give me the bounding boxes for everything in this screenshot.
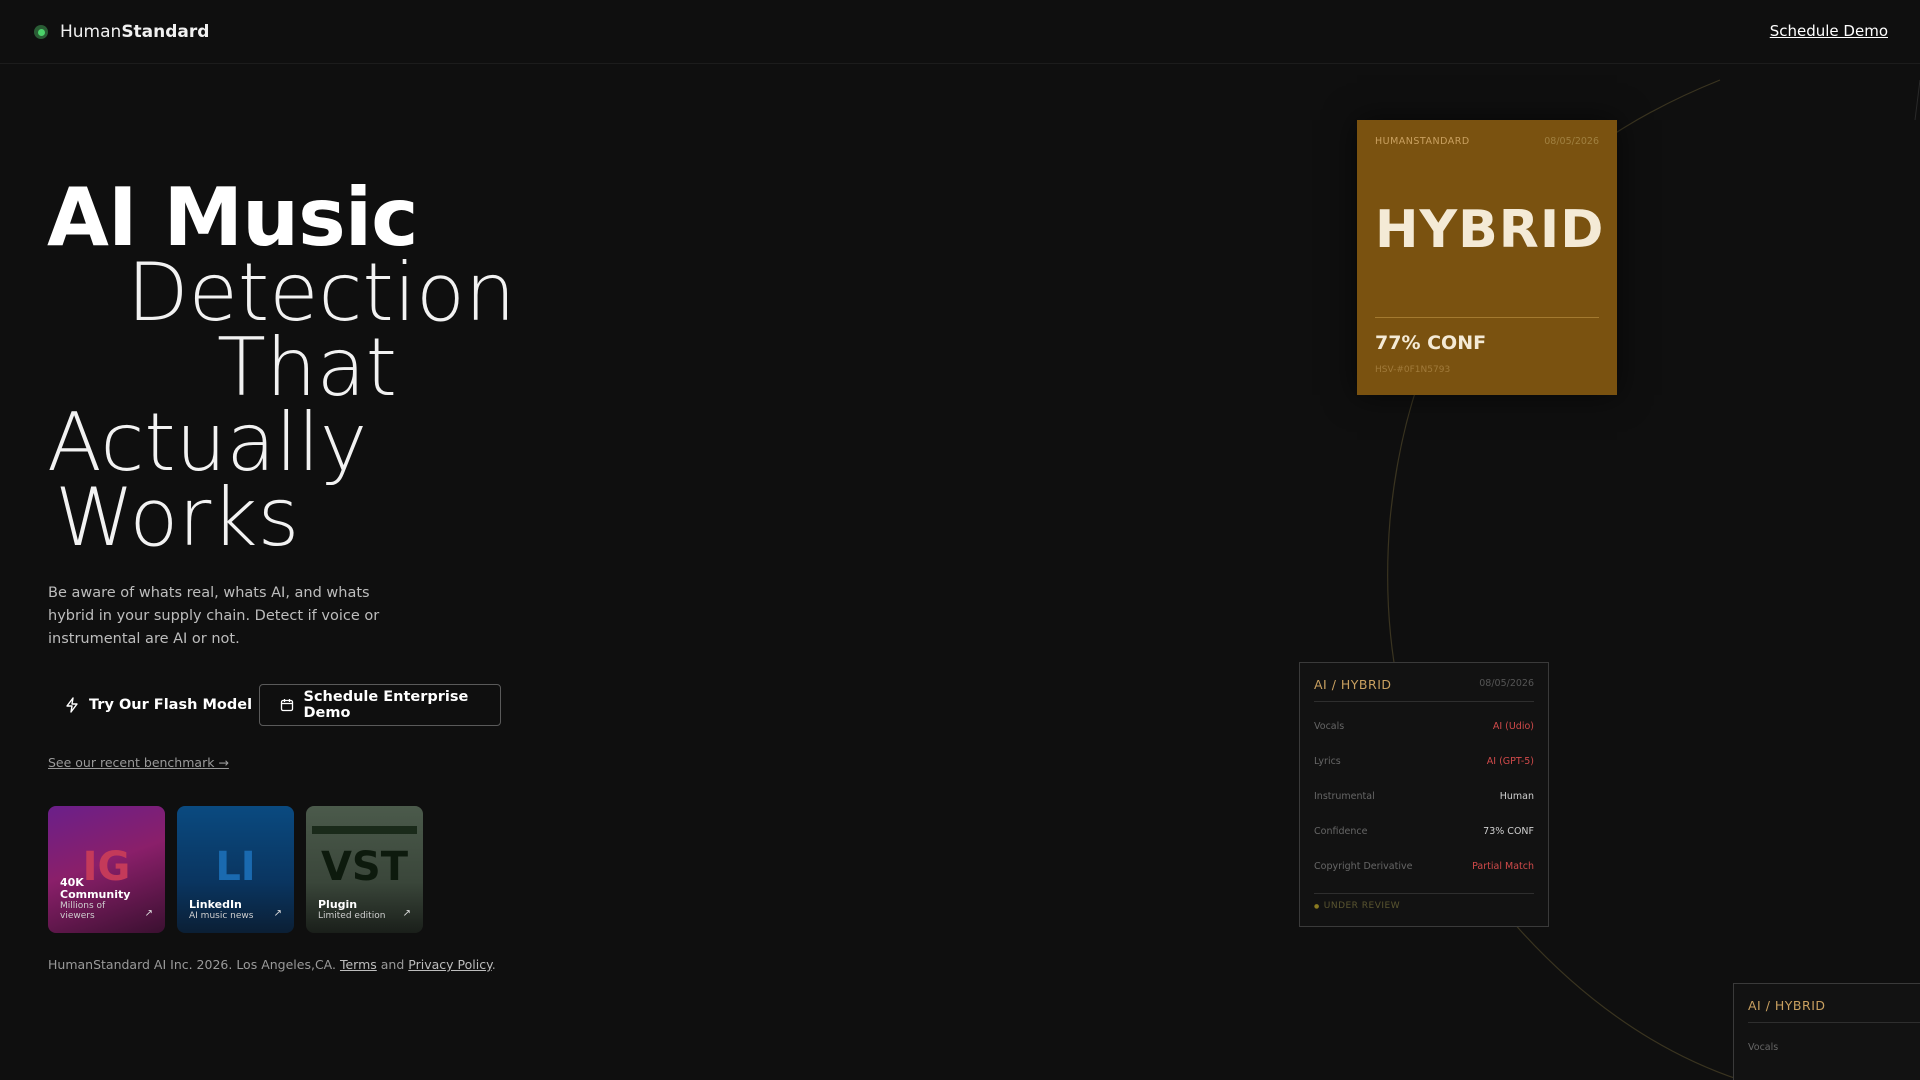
hero-title-line-5: Works	[55, 471, 300, 564]
partial-result-card: AI / HYBRID Vocals	[1733, 983, 1920, 1080]
detail-card-divider	[1314, 701, 1534, 702]
hybrid-card-date: 08/05/2026	[1544, 136, 1599, 147]
detail-card-date: 08/05/2026	[1479, 678, 1534, 689]
external-link-icon: ↗	[273, 908, 282, 919]
benchmark-link[interactable]: See our recent benchmark →	[48, 755, 229, 770]
top-header: HumanStandard Schedule Demo	[0, 0, 1920, 64]
detail-row-vocals: Vocals AI (Udio)	[1314, 721, 1534, 735]
footer-period: .	[491, 957, 496, 972]
detail-row-value: 73% CONF	[1483, 826, 1534, 837]
try-flash-model-label: Try Our Flash Model	[89, 697, 253, 713]
detail-row-key: Instrumental	[1314, 791, 1375, 802]
terms-link[interactable]: Terms	[340, 957, 377, 972]
brand-logo[interactable]: HumanStandard	[34, 22, 209, 42]
hero-title-line-3: That	[217, 321, 397, 414]
partial-card-key: Vocals	[1748, 1042, 1779, 1053]
instagram-tile[interactable]: IG 40K Community Millions of viewers ↗	[48, 806, 165, 933]
schedule-demo-link[interactable]: Schedule Demo	[1770, 22, 1888, 40]
hybrid-card-confidence: 77% CONF	[1375, 332, 1487, 354]
hybrid-card-divider	[1375, 317, 1599, 318]
external-link-icon: ↗	[402, 908, 411, 919]
hero-title-line-4: Actually	[47, 396, 368, 489]
detail-row-copyright: Copyright Derivative Partial Match	[1314, 861, 1534, 875]
linkedin-tile[interactable]: LI LinkedIn AI music news ↗	[177, 806, 294, 933]
detail-row-key: Vocals	[1314, 721, 1345, 732]
plugin-tile-title: Plugin	[318, 898, 358, 911]
hybrid-card-verdict: HYBRID	[1375, 200, 1605, 260]
detail-card-title: AI / HYBRID	[1314, 677, 1392, 692]
detail-row-key: Confidence	[1314, 826, 1368, 837]
calendar-icon	[280, 697, 295, 713]
external-link-icon: ↗	[144, 908, 153, 919]
footer-copyright: HumanStandard AI Inc. 2026. Los Angeles,…	[48, 957, 336, 972]
hybrid-card-id: HSV-#0F1N5793	[1375, 365, 1451, 375]
detail-row-key: Lyrics	[1314, 756, 1341, 767]
detail-row-confidence: Confidence 73% CONF	[1314, 826, 1534, 840]
try-flash-model-button[interactable]: Try Our Flash Model	[64, 684, 252, 726]
schedule-enterprise-demo-button[interactable]: Schedule Enterprise Demo	[259, 684, 501, 726]
lightning-icon	[64, 697, 80, 713]
instagram-tile-title: 40K Community	[60, 876, 131, 901]
linkedin-logo-text: LI	[215, 844, 256, 890]
detail-row-key: Copyright Derivative	[1314, 861, 1413, 872]
detail-card-divider-bottom	[1314, 893, 1534, 894]
detail-card-status: UNDER REVIEW	[1314, 901, 1400, 911]
footer: HumanStandard AI Inc. 2026. Los Angeles,…	[48, 957, 496, 972]
instagram-tile-subtitle: Millions of viewers	[60, 901, 106, 921]
detail-row-value: AI (GPT-5)	[1486, 756, 1534, 767]
brand-name: HumanStandard	[60, 22, 210, 42]
hybrid-result-card: HUMANSTANDARD 08/05/2026 HYBRID 77% CONF…	[1357, 120, 1617, 395]
detail-result-card: AI / HYBRID 08/05/2026 Vocals AI (Udio) …	[1299, 662, 1549, 927]
detail-row-value: Human	[1499, 791, 1534, 802]
logo-dot-icon	[34, 25, 48, 39]
detail-row-value: Partial Match	[1472, 861, 1534, 872]
hero-subtitle: Be aware of whats real, whats AI, and wh…	[48, 585, 380, 647]
plugin-tile-subtitle: Limited edition	[318, 911, 386, 921]
partial-card-divider	[1748, 1022, 1920, 1023]
plugin-tile[interactable]: VST Plugin Limited edition ↗	[306, 806, 423, 933]
footer-and: and	[380, 957, 405, 972]
plugin-preview-bar	[312, 826, 417, 834]
partial-card-title: AI / HYBRID	[1748, 998, 1826, 1013]
hero-title: AI Music Detection That Actually Works	[47, 171, 607, 564]
detail-row-instrumental: Instrumental Human	[1314, 791, 1534, 805]
linkedin-tile-title: LinkedIn	[189, 898, 242, 911]
detail-row-value: AI (Udio)	[1492, 721, 1534, 732]
hero-title-line-1: AI Music	[47, 171, 419, 264]
plugin-logo-text: VST	[320, 844, 409, 890]
hybrid-card-brand: HUMANSTANDARD	[1375, 136, 1470, 147]
linkedin-tile-subtitle: AI music news	[189, 911, 254, 921]
detail-row-lyrics: Lyrics AI (GPT-5)	[1314, 756, 1534, 770]
schedule-enterprise-demo-label: Schedule Enterprise Demo	[303, 689, 469, 721]
hero-title-line-2: Detection	[127, 246, 516, 339]
privacy-policy-link[interactable]: Privacy Policy	[408, 957, 491, 972]
